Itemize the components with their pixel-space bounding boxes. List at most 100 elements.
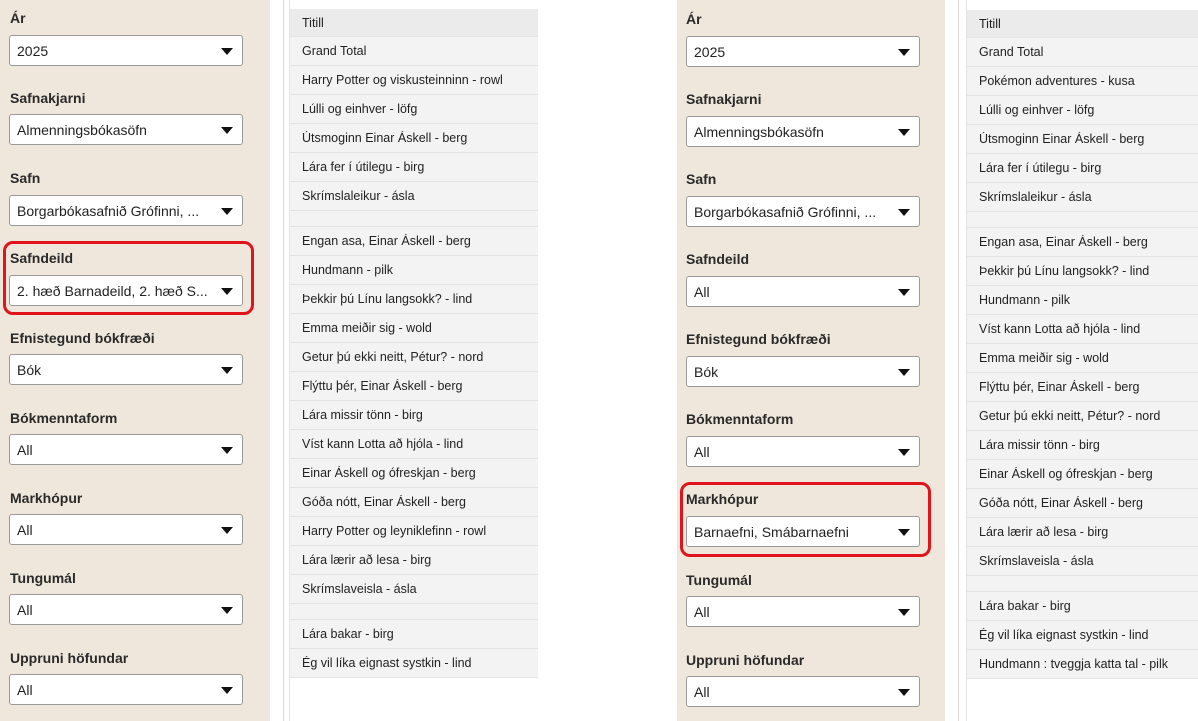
title-cell: Lúlli og einhver - löfg (302, 102, 418, 116)
table-row[interactable]: Einar Áskell og ófreskjan - berg (290, 459, 538, 488)
chevron-down-icon (221, 607, 233, 614)
table-row[interactable]: Útsmoginn Einar Áskell - berg (290, 124, 538, 153)
table-row[interactable]: Pokémon adventures - kusa (967, 67, 1198, 96)
right-title-table: Titill Grand Total Pokémon adventures - ku… (966, 0, 1198, 721)
title-cell: Einar Áskell og ófreskjan - berg (979, 467, 1153, 481)
table-row[interactable]: Þekkir þú Línu langsokk? - lind (967, 257, 1198, 286)
table-row[interactable]: Engan asa, Einar Áskell - berg (290, 227, 538, 256)
table-row[interactable]: Lára lærir að lesa - birg (290, 546, 538, 575)
year-dropdown[interactable]: 2025 (9, 35, 243, 66)
filter-label-library: Safn (10, 170, 41, 186)
title-cell: Pokémon adventures - kusa (979, 74, 1135, 88)
table-row[interactable]: Góða nótt, Einar Áskell - berg (967, 489, 1198, 518)
table-row[interactable]: Hundmann : tveggja katta tal - pilk (967, 650, 1198, 679)
column-header-title: Titill (979, 17, 1001, 31)
table-row[interactable]: Útsmoginn Einar Áskell - berg (967, 125, 1198, 154)
table-row[interactable]: Harry Potter og leyniklefinn - rowl (290, 517, 538, 546)
title-cell: Þekkir þú Línu langsokk? - lind (979, 264, 1150, 278)
table-row[interactable]: Ég vil líka eignast systkin - lind (967, 621, 1198, 650)
highlight-box (680, 482, 931, 557)
title-cell: Engan asa, Einar Áskell - berg (979, 235, 1148, 249)
library-dropdown[interactable]: Borgarbókasafnið Grófinni, ... (9, 195, 243, 226)
material-type-dropdown[interactable]: Bók (9, 354, 243, 385)
table-row[interactable]: Lúlli og einhver - löfg (967, 96, 1198, 125)
title-cell: Skrímslaleikur - ásla (979, 190, 1092, 204)
title-cell: Góða nótt, Einar Áskell - berg (979, 496, 1143, 510)
title-cell: Getur þú ekki neitt, Pétur? - nord (979, 409, 1161, 423)
table-row[interactable]: Harry Potter og viskusteinninn - rowl (290, 66, 538, 95)
filter-label-language: Tungumál (10, 570, 76, 586)
table-row[interactable]: Góða nótt, Einar Áskell - berg (290, 488, 538, 517)
table-row[interactable]: Flýttu þér, Einar Áskell - berg (290, 372, 538, 401)
language-dropdown[interactable]: All (9, 594, 243, 625)
table-row[interactable]: Ég vil líka eignast systkin - lind (290, 649, 538, 678)
dropdown-value: Almenningsbókasöfn (694, 124, 824, 140)
table-row[interactable]: Víst kann Lotta að hjóla - lind (967, 315, 1198, 344)
department-dropdown[interactable]: All (686, 276, 920, 307)
table-row[interactable]: Hundmann - pilk (967, 286, 1198, 315)
table-row[interactable]: Víst kann Lotta að hjóla - lind (290, 430, 538, 459)
table-row[interactable]: Emma meiðir sig - wold (290, 314, 538, 343)
title-cell: Emma meiðir sig - wold (302, 321, 432, 335)
dropdown-value: All (694, 444, 710, 460)
title-cell: Víst kann Lotta að hjóla - lind (302, 437, 464, 451)
table-row[interactable]: Lára lærir að lesa - birg (967, 518, 1198, 547)
title-cell: Lára bakar - birg (979, 599, 1071, 613)
dropdown-value: Borgarbókasafnið Grófinni, ... (17, 203, 200, 219)
table-row[interactable]: Flýttu þér, Einar Áskell - berg (967, 373, 1198, 402)
table-row[interactable]: Lára bakar - birg (967, 592, 1198, 621)
title-cell: Harry Potter og leyniklefinn - rowl (302, 524, 487, 538)
dropdown-value: All (17, 682, 33, 698)
table-row[interactable]: Lára bakar - birg (290, 620, 538, 649)
dropdown-value: All (694, 684, 710, 700)
library-core-dropdown[interactable]: Almenningsbókasöfn (9, 114, 243, 145)
column-header-title: Titill (302, 16, 324, 30)
table-row[interactable]: Getur þú ekki neitt, Pétur? - nord (290, 343, 538, 372)
chevron-down-icon (898, 449, 910, 456)
table-row[interactable]: Skrímslaveisla - ásla (967, 547, 1198, 576)
language-dropdown[interactable]: All (686, 596, 920, 627)
year-dropdown[interactable]: 2025 (686, 36, 920, 67)
table-row[interactable]: Getur þú ekki neitt, Pétur? - nord (967, 402, 1198, 431)
table-row[interactable]: Skrímslaveisla - ásla (290, 575, 538, 604)
literary-form-dropdown[interactable]: All (9, 434, 243, 465)
table-row[interactable]: Lára missir tönn - birg (290, 401, 538, 430)
literary-form-dropdown[interactable]: All (686, 436, 920, 467)
table-row[interactable]: Skrímslaleikur - ásla (290, 182, 538, 211)
title-cell: Lúlli og einhver - löfg (979, 103, 1095, 117)
table-row[interactable]: Lára missir tönn - birg (967, 431, 1198, 460)
title-cell: Ég vil líka eignast systkin - lind (979, 628, 1149, 642)
title-cell: Lára lærir að lesa - birg (302, 553, 432, 567)
filter-label-literary-form: Bókmenntaform (10, 410, 118, 426)
author-origin-dropdown[interactable]: All (9, 674, 243, 705)
library-core-dropdown[interactable]: Almenningsbókasöfn (686, 116, 920, 147)
table-row[interactable]: Einar Áskell og ófreskjan - berg (967, 460, 1198, 489)
table-row[interactable]: Lúlli og einhver - löfg (290, 95, 538, 124)
dropdown-value: Bók (694, 364, 719, 380)
title-cell: Lára bakar - birg (302, 627, 394, 641)
title-cell: Lára fer í útilegu - birg (979, 161, 1102, 175)
audience-dropdown[interactable]: All (9, 514, 243, 545)
table-row-spacer (967, 576, 1198, 592)
table-row[interactable]: Grand Total (967, 38, 1198, 67)
title-cell: Hundmann : tveggja katta tal - pilk (979, 657, 1168, 671)
table-row[interactable]: Engan asa, Einar Áskell - berg (967, 228, 1198, 257)
dropdown-value: Borgarbókasafnið Grófinni, ... (694, 204, 877, 220)
table-row[interactable]: Lára fer í útilegu - birg (967, 154, 1198, 183)
chevron-down-icon (898, 689, 910, 696)
chevron-down-icon (898, 49, 910, 56)
title-cell: Ég vil líka eignast systkin - lind (302, 656, 472, 670)
table-row[interactable]: Skrímslaleikur - ásla (967, 183, 1198, 212)
highlight-box (3, 241, 254, 315)
table-row[interactable]: Grand Total (290, 37, 538, 66)
dropdown-value: Almenningsbókasöfn (17, 122, 147, 138)
library-dropdown[interactable]: Borgarbókasafnið Grófinni, ... (686, 196, 920, 227)
table-row-spacer (290, 211, 538, 227)
table-row[interactable]: Lára fer í útilegu - birg (290, 153, 538, 182)
table-row[interactable]: Emma meiðir sig - wold (967, 344, 1198, 373)
table-row[interactable]: Hundmann - pilk (290, 256, 538, 285)
material-type-dropdown[interactable]: Bók (686, 356, 920, 387)
left-title-table: Titill Grand Total Harry Potter og viskust… (289, 0, 538, 721)
table-row[interactable]: Þekkir þú Línu langsokk? - lind (290, 285, 538, 314)
author-origin-dropdown[interactable]: All (686, 676, 920, 707)
